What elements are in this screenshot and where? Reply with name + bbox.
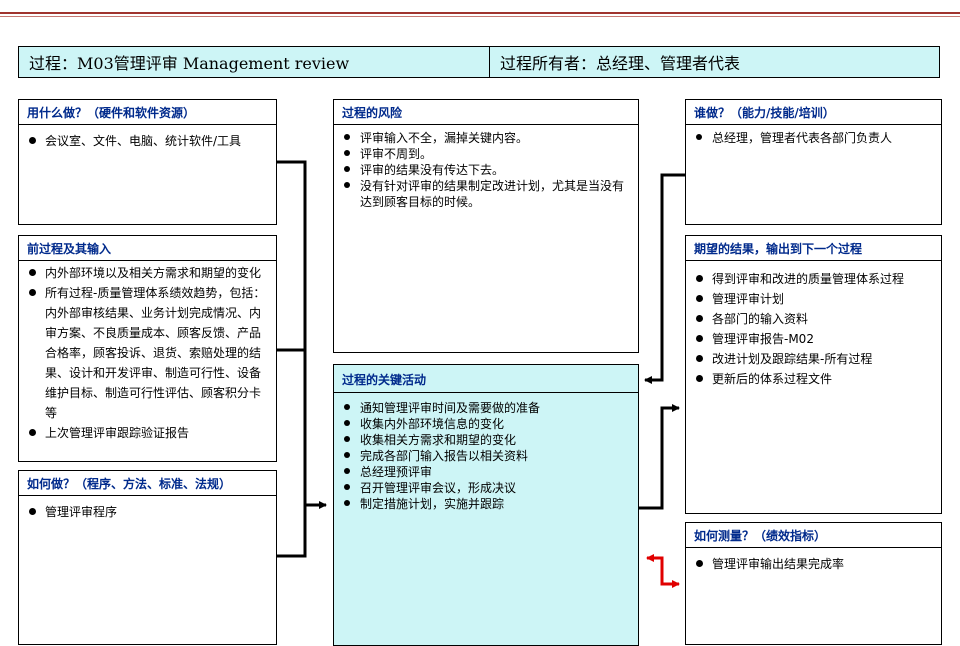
connector-resources [277,160,307,505]
connector-how [277,505,307,558]
connector-layer [277,160,685,588]
connector-measure [646,554,680,588]
connector-outputs [639,404,680,510]
connector-who [644,173,685,384]
